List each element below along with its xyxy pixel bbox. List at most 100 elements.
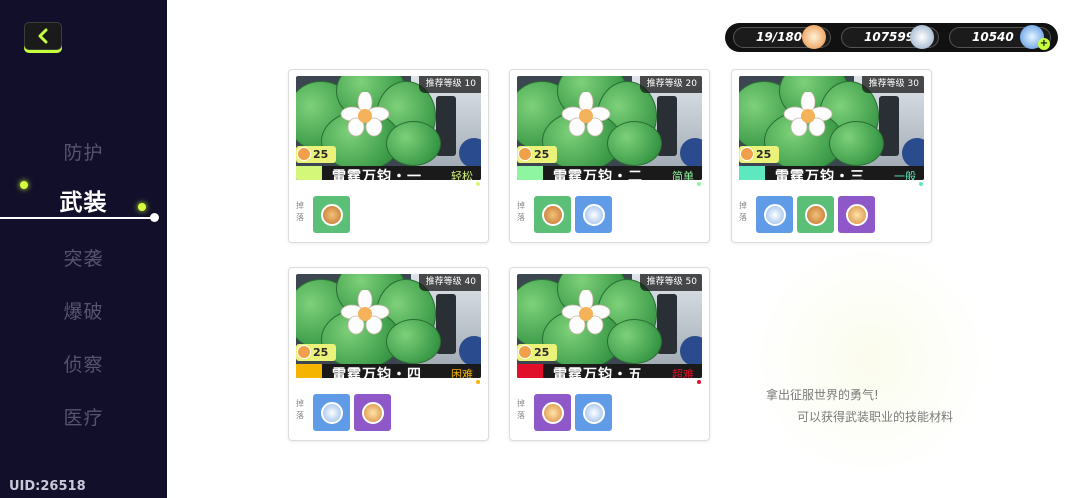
level-card-5[interactable]: 推荐等级 50 25 雷霆万钧・五 超难 掉落	[509, 267, 710, 441]
purple-medal-icon	[361, 401, 384, 424]
difficulty-stripe	[739, 166, 765, 180]
energy-cost-badge: 25	[296, 146, 336, 163]
sidebar-item-raid[interactable]: 突袭	[0, 244, 167, 271]
difficulty-dot	[695, 378, 703, 386]
difficulty-label: 困难	[451, 368, 473, 378]
currency-bar: 19/180 1075998 10540 +	[725, 23, 1058, 52]
leaf	[607, 319, 662, 364]
stamina-icon	[802, 25, 826, 49]
drop-item-bronze-medal[interactable]	[313, 196, 350, 233]
drop-list	[313, 196, 350, 233]
blue-medal-icon	[582, 203, 605, 226]
drop-item-bronze-medal[interactable]	[534, 196, 571, 233]
recommended-level: 推荐等级 50	[639, 274, 702, 291]
difficulty-stripe	[296, 364, 322, 378]
leaf	[829, 121, 884, 166]
active-indicator-dot	[150, 213, 159, 222]
level-card-1[interactable]: 推荐等级 10 25 雷霆万钧・一 轻松 掉落	[288, 69, 489, 243]
level-thumbnail: 推荐等级 50 25 雷霆万钧・五 超难	[517, 274, 702, 378]
bronze-medal-icon	[320, 203, 343, 226]
energy-cost: 25	[756, 148, 772, 161]
level-name: 雷霆万钧・一	[332, 169, 422, 180]
machine-ball	[680, 138, 702, 168]
user-id: UID:26518	[9, 479, 86, 494]
level-name: 雷霆万钧・三	[775, 169, 865, 180]
drop-item-blue-medal[interactable]	[313, 394, 350, 431]
bronze-medal-icon	[541, 203, 564, 226]
difficulty-label: 轻松	[451, 170, 473, 180]
recommended-level: 推荐等级 20	[639, 76, 702, 93]
hint-line-1: 拿出征服世界的勇气!	[766, 388, 879, 402]
energy-cost: 25	[534, 346, 550, 359]
stamina-icon	[740, 147, 754, 161]
drop-item-bronze-medal[interactable]	[797, 196, 834, 233]
machine-ball	[680, 336, 702, 366]
energy-cost-badge: 25	[739, 146, 779, 163]
stamina-icon	[297, 147, 311, 161]
flower-icon	[561, 290, 611, 335]
drop-label: 掉落	[517, 399, 525, 420]
blue-medal-icon	[582, 401, 605, 424]
machine-ball	[902, 138, 924, 168]
spark-icon	[138, 203, 146, 211]
recommended-level: 推荐等级 40	[418, 274, 481, 291]
level-name-bar: 雷霆万钧・四 困难	[296, 364, 481, 378]
flower-icon	[783, 92, 833, 137]
stamina-icon	[518, 147, 532, 161]
drop-item-purple-medal[interactable]	[354, 394, 391, 431]
drop-item-purple-medal[interactable]	[534, 394, 571, 431]
difficulty-label: 简单	[672, 170, 694, 180]
difficulty-dot	[917, 180, 925, 188]
stamina-value: 19/180	[756, 30, 803, 44]
recommended-level: 推荐等级 30	[861, 76, 924, 93]
drop-item-blue-medal[interactable]	[575, 196, 612, 233]
stamina-icon	[297, 345, 311, 359]
background-glow	[740, 250, 1000, 470]
back-button[interactable]	[24, 22, 62, 50]
difficulty-dot	[474, 378, 482, 386]
level-name: 雷霆万钧・四	[332, 367, 422, 378]
level-card-4[interactable]: 推荐等级 40 25 雷霆万钧・四 困难 掉落	[288, 267, 489, 441]
level-thumbnail: 推荐等级 30 25 雷霆万钧・三 一般	[739, 76, 924, 180]
flower-icon	[561, 92, 611, 137]
blue-medal-icon	[320, 401, 343, 424]
difficulty-stripe	[517, 166, 543, 180]
energy-cost-badge: 25	[517, 146, 557, 163]
sidebar-item-defense[interactable]: 防护	[0, 138, 167, 165]
drop-label: 掉落	[517, 201, 525, 222]
gem-value: 10540	[972, 30, 1014, 44]
blue-medal-icon	[763, 203, 786, 226]
leaf	[386, 121, 441, 166]
difficulty-stripe	[517, 364, 543, 378]
difficulty-stripe	[296, 166, 322, 180]
level-name-bar: 雷霆万钧・一 轻松	[296, 166, 481, 180]
energy-cost-badge: 25	[517, 344, 557, 361]
add-gem-icon[interactable]: +	[1038, 38, 1050, 50]
machine-ball	[459, 138, 481, 168]
sidebar-item-medic[interactable]: 医疗	[0, 403, 167, 430]
active-indicator-line	[0, 217, 155, 219]
stamina-icon	[518, 345, 532, 359]
stamina-counter[interactable]: 19/180	[733, 25, 831, 49]
machine-ball	[459, 336, 481, 366]
coin-counter[interactable]: 1075998	[841, 25, 939, 49]
purple-medal-icon	[845, 203, 868, 226]
coin-icon	[910, 25, 934, 49]
drop-list	[534, 394, 612, 431]
energy-cost: 25	[534, 148, 550, 161]
level-thumbnail: 推荐等级 40 25 雷霆万钧・四 困难	[296, 274, 481, 378]
level-card-2[interactable]: 推荐等级 20 25 雷霆万钧・二 简单 掉落	[509, 69, 710, 243]
gem-counter[interactable]: 10540 +	[949, 25, 1051, 50]
drop-item-purple-medal[interactable]	[838, 196, 875, 233]
level-card-3[interactable]: 推荐等级 30 25 雷霆万钧・三 一般 掉落	[731, 69, 932, 243]
leaf	[607, 121, 662, 166]
difficulty-dot	[474, 180, 482, 188]
sidebar-item-recon[interactable]: 侦察	[0, 350, 167, 377]
difficulty-dot	[695, 180, 703, 188]
drop-item-blue-medal[interactable]	[575, 394, 612, 431]
sidebar-item-demolition[interactable]: 爆破	[0, 297, 167, 324]
level-thumbnail: 推荐等级 20 25 雷霆万钧・二 简单	[517, 76, 702, 180]
drop-item-blue-medal[interactable]	[756, 196, 793, 233]
bronze-medal-icon	[804, 203, 827, 226]
drop-label: 掉落	[296, 399, 304, 420]
